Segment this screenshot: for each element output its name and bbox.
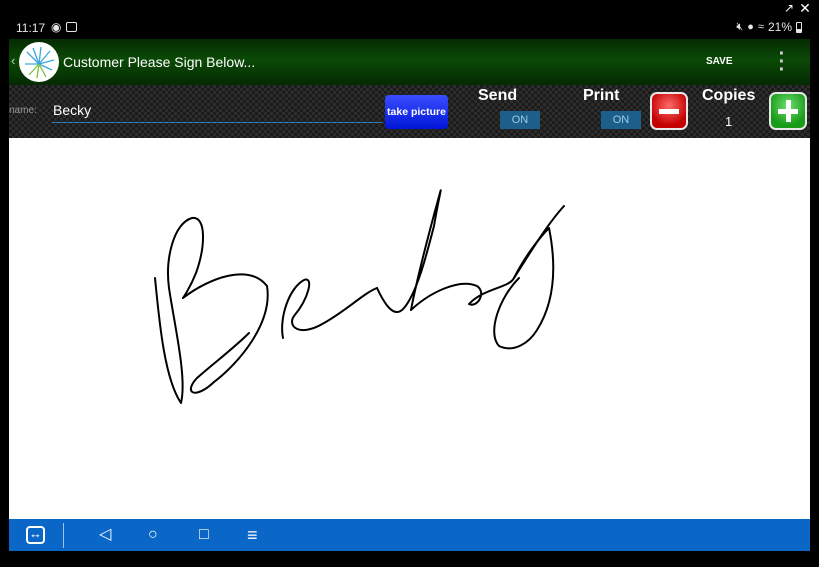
send-label: Send xyxy=(478,87,518,104)
name-label: name: xyxy=(9,105,37,116)
signature-controls-bar: name: take picture Send ON Print ON Copi… xyxy=(9,85,810,138)
page-title: Customer Please Sign Below... xyxy=(63,54,256,70)
nav-divider xyxy=(63,523,64,548)
location-icon: ● xyxy=(747,21,754,33)
battery-icon xyxy=(796,21,802,33)
take-picture-button[interactable]: take picture xyxy=(385,95,448,129)
status-time: 11:17 xyxy=(16,21,46,35)
name-input[interactable] xyxy=(52,97,382,123)
back-icon[interactable]: ◁ xyxy=(99,525,111,545)
mute-icon: 🔇︎ xyxy=(736,20,744,33)
menu-icon[interactable]: ≡ xyxy=(247,525,258,545)
decrease-copies-button[interactable] xyxy=(650,92,688,130)
overflow-menu-icon[interactable]: · · · xyxy=(776,44,788,80)
app-bar: ‹ Customer Please Sign Below... SAVE · ·… xyxy=(9,39,810,85)
recents-icon[interactable]: □ xyxy=(199,525,209,545)
copies-count: 1 xyxy=(725,114,733,129)
tablet-screen: 11:17 ◉ 🔇︎ ● ≈ 21% ‹ Customer Please Sig… xyxy=(9,17,810,551)
signature-strokes xyxy=(154,189,565,404)
signature-canvas[interactable] xyxy=(9,138,810,519)
save-button[interactable]: SAVE xyxy=(706,56,733,67)
popout-icon[interactable]: ↗ xyxy=(781,1,797,15)
print-label: Print xyxy=(583,87,620,104)
status-bar: 11:17 ◉ 🔇︎ ● ≈ 21% xyxy=(9,17,810,39)
close-icon[interactable]: ✕ xyxy=(797,1,813,15)
navigation-bar: ◁ ○ □ ≡ xyxy=(9,519,810,551)
eye-icon: ◉ xyxy=(51,20,62,34)
copies-label: Copies xyxy=(702,87,756,104)
app-logo[interactable] xyxy=(19,42,59,82)
back-chevron-icon[interactable]: ‹ xyxy=(11,53,15,68)
teamviewer-icon[interactable] xyxy=(26,526,45,544)
home-icon[interactable]: ○ xyxy=(148,525,158,545)
minus-icon xyxy=(659,109,679,114)
wifi-icon: ≈ xyxy=(757,21,764,33)
window-titlebar: ↗ ✕ xyxy=(0,0,819,17)
battery-percent: 21% xyxy=(767,20,792,34)
teamviewer-icon xyxy=(66,22,77,32)
print-toggle[interactable]: ON xyxy=(601,111,641,129)
send-toggle[interactable]: ON xyxy=(500,111,540,129)
increase-copies-button[interactable] xyxy=(769,92,807,130)
